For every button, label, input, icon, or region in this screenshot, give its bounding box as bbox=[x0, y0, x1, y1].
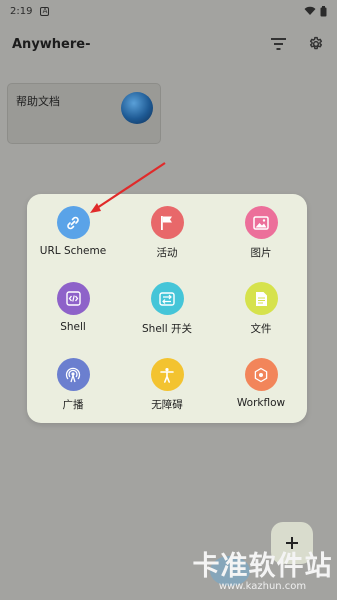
status-icons bbox=[304, 5, 327, 17]
watermark-text: 卡准软件站 bbox=[192, 551, 333, 582]
item-image[interactable]: 图片 bbox=[215, 206, 307, 268]
wifi-icon bbox=[304, 6, 316, 15]
item-workflow[interactable]: Workflow bbox=[215, 358, 307, 420]
item-activity[interactable]: 活动 bbox=[121, 206, 213, 268]
link-icon bbox=[56, 206, 90, 239]
broadcast-icon bbox=[56, 358, 90, 391]
item-accessibility[interactable]: 无障碍 bbox=[121, 358, 213, 420]
item-label: 图片 bbox=[250, 247, 272, 259]
image-icon bbox=[244, 206, 278, 239]
status-time: 2:19 bbox=[10, 5, 33, 17]
item-label: 活动 bbox=[156, 247, 178, 259]
gear-icon bbox=[309, 36, 323, 50]
app-bar: Anywhere- bbox=[0, 28, 337, 60]
item-label: Shell bbox=[60, 321, 86, 333]
item-label: Shell 开关 bbox=[142, 323, 192, 335]
flag-icon bbox=[150, 206, 184, 239]
code-icon bbox=[56, 282, 90, 315]
item-shell[interactable]: Shell bbox=[27, 282, 119, 344]
item-url-scheme[interactable]: URL Scheme bbox=[27, 206, 119, 268]
item-shell-toggle[interactable]: Shell 开关 bbox=[121, 282, 213, 344]
type-grid: URL Scheme 活动 图片 Shell Shell 开关 文件 广播 无障… bbox=[27, 194, 307, 423]
workflow-icon bbox=[244, 358, 278, 391]
watermark: 卡准软件站 www.kazhun.com bbox=[190, 544, 335, 596]
accessibility-icon bbox=[150, 358, 184, 391]
a-icon: A bbox=[40, 6, 50, 16]
help-doc-card[interactable]: 帮助文档 bbox=[7, 83, 161, 144]
item-label: Workflow bbox=[236, 397, 286, 409]
file-icon bbox=[244, 282, 278, 315]
app-actions bbox=[269, 35, 325, 53]
globe-icon bbox=[121, 92, 153, 124]
app-title: Anywhere- bbox=[12, 36, 91, 52]
item-file[interactable]: 文件 bbox=[215, 282, 307, 344]
settings-button[interactable] bbox=[307, 35, 325, 53]
type-picker-panel: URL Scheme 活动 图片 Shell Shell 开关 文件 广播 无障… bbox=[27, 194, 307, 423]
item-label: 无障碍 bbox=[151, 399, 183, 411]
toggle-icon bbox=[150, 282, 184, 315]
item-broadcast[interactable]: 广播 bbox=[27, 358, 119, 420]
battery-icon bbox=[320, 5, 327, 16]
item-label: 文件 bbox=[250, 323, 272, 335]
filter-icon bbox=[270, 38, 286, 50]
item-label: 广播 bbox=[62, 399, 84, 411]
status-bar: 2:19 A bbox=[0, 0, 337, 22]
filter-button[interactable] bbox=[269, 35, 287, 53]
item-label: URL Scheme bbox=[39, 245, 107, 257]
